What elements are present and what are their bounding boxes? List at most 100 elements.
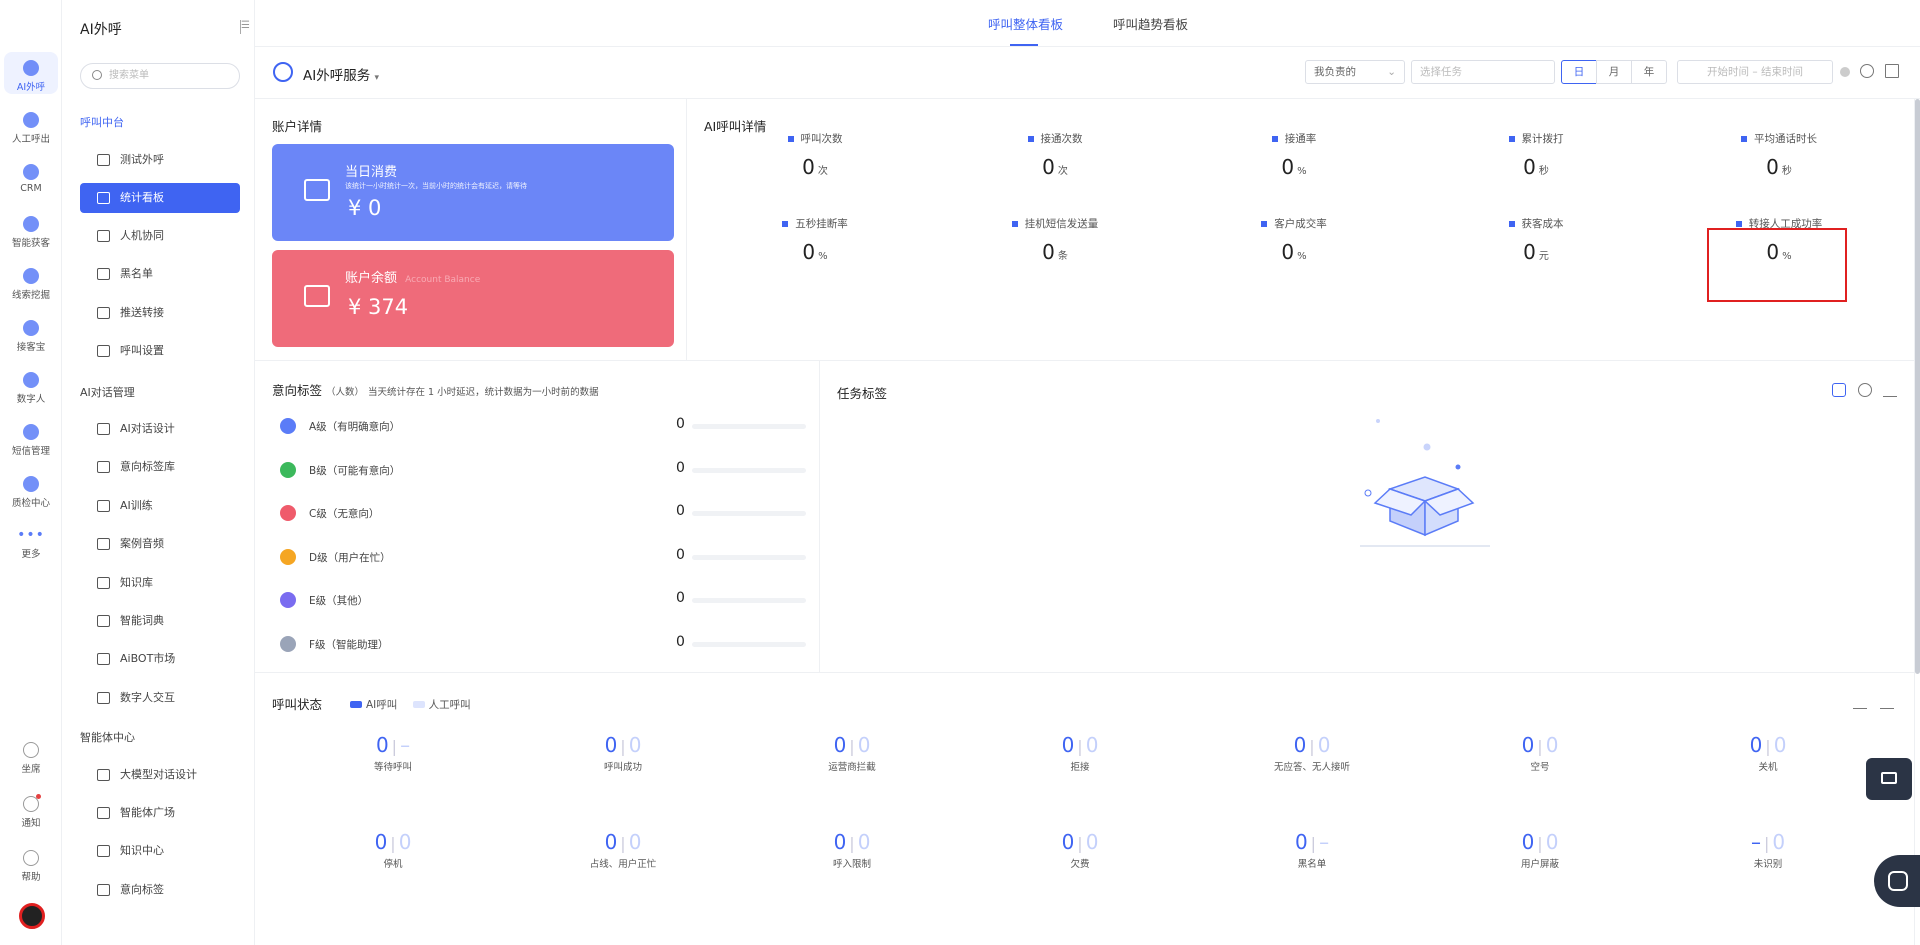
segment-year[interactable]: 年 (1631, 60, 1667, 84)
call-status-value: 0 | 0 (1293, 733, 1331, 757)
intent-progress-bar (692, 511, 806, 516)
tab-trend-board[interactable]: 呼叫趋势看板 (1113, 14, 1188, 33)
menu-item-icon (97, 192, 110, 204)
feedback-float-button[interactable] (1866, 758, 1912, 800)
info-icon (1840, 67, 1850, 77)
intent-row: E级（其他） 0 (272, 585, 807, 615)
menu-group-title[interactable]: 智能体中心 (80, 729, 135, 745)
rail-bottom-item-3[interactable]: 帮助 (4, 850, 58, 883)
segment-month[interactable]: 月 (1596, 60, 1632, 84)
call-float-button[interactable] (1874, 855, 1920, 907)
menu-item[interactable]: AI训练 (80, 491, 240, 521)
menu-item-label: 智能体广场 (120, 806, 175, 819)
rail-label: 数字人 (16, 394, 46, 405)
rail-item-9[interactable]: 质检中心 (4, 468, 58, 510)
bar-chart-icon[interactable] (1883, 383, 1897, 397)
metric-card: 呼叫次数 0 次 (735, 131, 895, 179)
page-scrollbar[interactable] (1915, 99, 1920, 674)
intent-progress-bar (692, 641, 806, 647)
rail-label: CRM (20, 183, 42, 194)
avatar[interactable] (19, 903, 45, 929)
rail-item-3[interactable]: CRM (4, 156, 58, 198)
intent-level-icon (280, 548, 296, 565)
menu-item-icon (97, 230, 110, 242)
rail-item-6[interactable]: 接客宝 (4, 312, 58, 354)
intent-value: 0 (676, 590, 685, 606)
date-range-picker[interactable]: 开始时间 – 结束时间 (1677, 60, 1833, 84)
task-select[interactable]: 选择任务 (1411, 60, 1555, 84)
yen-box-icon (304, 285, 330, 307)
menu-item[interactable]: 呼叫设置 (80, 336, 240, 366)
menu-item[interactable]: 数字人交互 (80, 683, 240, 713)
service-selector[interactable]: AI外呼服务 ▾ (303, 64, 379, 84)
call-status-label: 关机 (1758, 762, 1778, 773)
menu-item-label: 统计看板 (120, 191, 164, 204)
account-title: 账户详情 (272, 119, 323, 134)
call-status-value: 0 | 0 (833, 733, 871, 757)
menu-item[interactable]: 人机协同 (80, 221, 240, 251)
menu-item-label: AI训练 (120, 499, 153, 512)
menu-item[interactable]: 案例音频 (80, 529, 240, 559)
menu-item-label: AI对话设计 (120, 422, 175, 435)
call-status-label: 未识别 (1753, 859, 1783, 870)
menu-item[interactable]: 智能体广场 (80, 798, 240, 828)
pie-chart-icon[interactable] (1858, 383, 1872, 397)
menu-item-icon (97, 268, 110, 280)
refresh-icon[interactable] (1860, 64, 1874, 78)
rail-item-5[interactable]: 线索挖掘 (4, 260, 58, 302)
metric-card: 获客成本 0 元 (1456, 216, 1616, 264)
intent-level-icon (280, 635, 296, 652)
metric-card: 平均通话时长 0 秒 (1699, 131, 1859, 179)
qc-center-icon (23, 476, 39, 492)
intent-row: F级（智能助理） 0 (272, 629, 807, 659)
rail-bottom-item-1[interactable]: 坐席 (4, 742, 58, 775)
rail-item-7[interactable]: 数字人 (4, 364, 58, 406)
menu-item[interactable]: 意向标签库 (80, 452, 240, 482)
call-status-label: 呼叫成功 (603, 762, 642, 773)
search-icon (92, 70, 102, 80)
segment-day[interactable]: 日 (1561, 60, 1597, 84)
menu-item[interactable]: 黑名单 (80, 259, 240, 289)
menu-item[interactable]: 测试外呼 (80, 145, 240, 175)
menu-item[interactable]: 智能词典 (80, 606, 240, 636)
rail-item-1[interactable]: AI外呼 (4, 52, 58, 94)
rail-item-4[interactable]: 智能获客 (4, 208, 58, 250)
menu-search-input[interactable]: 搜索菜单 (80, 63, 240, 89)
call-status-value: – | 0 (1750, 830, 1786, 854)
call-status-value: 0 | 0 (1061, 830, 1099, 854)
collapse-menu-icon[interactable]: ☰ (240, 20, 252, 34)
menu-item[interactable]: 大模型对话设计 (80, 760, 240, 790)
metric-label: 呼叫次数 (735, 131, 895, 146)
menu-item-icon (97, 692, 110, 704)
menu-item[interactable]: 统计看板 (80, 183, 240, 213)
bar-chart-icon[interactable] (1880, 695, 1894, 709)
menu-item[interactable]: 意向标签 (80, 875, 240, 905)
intent-progress-bar (692, 598, 806, 603)
intent-row: B级（可能有意向） 0 (272, 455, 807, 485)
intent-progress-bar (692, 424, 806, 429)
menu-item[interactable]: AI对话设计 (80, 414, 240, 444)
metric-label: 五秒挂断率 (735, 216, 895, 231)
call-status-label: 空号 (1530, 762, 1550, 773)
call-status-label: 用户屏蔽 (1520, 859, 1559, 870)
owner-select[interactable]: 我负责的 ⌄ (1305, 60, 1405, 84)
menu-group-title[interactable]: 呼叫中台 (80, 114, 124, 130)
rail-item-8[interactable]: 短信管理 (4, 416, 58, 458)
sort-icon[interactable] (1853, 695, 1867, 709)
tag-icon[interactable] (1832, 383, 1846, 397)
menu-item[interactable]: AiBOT市场 (80, 644, 240, 674)
metric-label: 接通次数 (975, 131, 1135, 146)
side-menu: AI外呼 ☰ 搜索菜单 呼叫中台 测试外呼 统计看板 人机协同 黑名单 推送转接 呼叫设置 A… (62, 0, 255, 945)
menu-item[interactable]: 知识库 (80, 568, 240, 598)
menu-item[interactable]: 推送转接 (80, 298, 240, 328)
metric-value: 0秒 (1766, 155, 1792, 179)
filter-toolbar: AI外呼服务 ▾ 我负责的 ⌄ 选择任务 日 月 年 开始时间 – 结束时间 (255, 47, 1920, 99)
tab-overall-board[interactable]: 呼叫整体看板 (988, 14, 1063, 33)
menu-group-title[interactable]: AI对话管理 (80, 384, 135, 400)
rail-item-2[interactable]: 人工呼出 (4, 104, 58, 146)
menu-item[interactable]: 知识中心 (80, 836, 240, 866)
rail-bottom-item-2[interactable]: 通知 (4, 794, 58, 829)
menu-item-icon (97, 500, 110, 512)
rail-item-10[interactable]: ••• 更多 (4, 520, 58, 562)
fullscreen-icon[interactable] (1885, 64, 1899, 78)
